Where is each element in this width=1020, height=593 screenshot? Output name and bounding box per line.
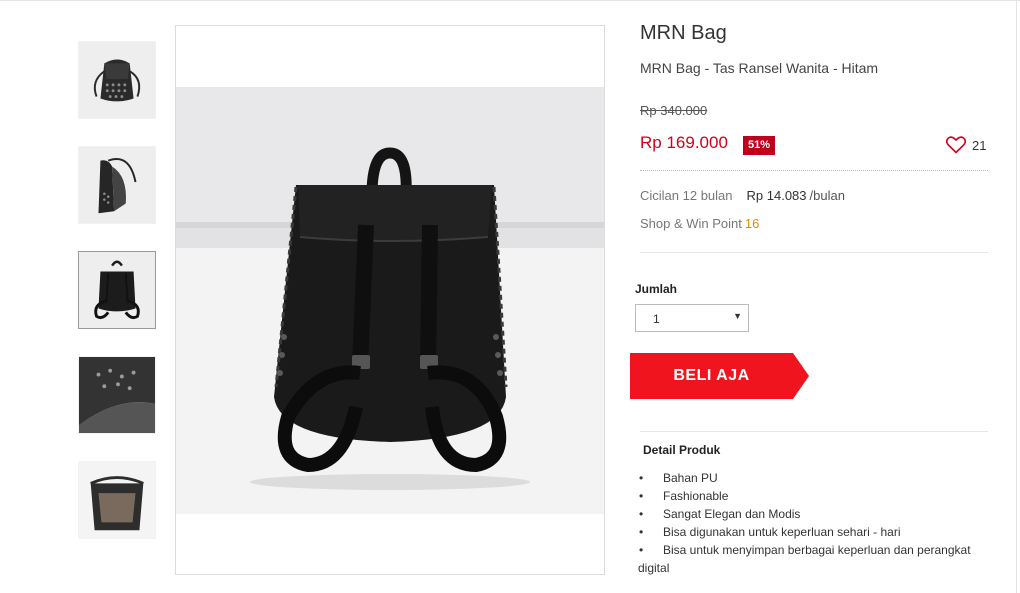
top-border [0,0,1020,1]
detail-item: Bisa untuk menyimpan berbagai keperluan … [638,541,990,577]
installment-unit: /bulan [809,188,845,203]
thumbnail-2[interactable] [78,146,156,224]
detail-item: Sangat Elegan dan Modis [638,505,990,523]
details-divider [640,431,988,432]
heart-icon [946,136,966,154]
thumbnail-image-detail [79,357,155,433]
quantity-select[interactable]: 1 ▼ [635,304,749,332]
buy-button-label: BELI AJA [673,367,750,384]
sale-price: Rp 169.000 [640,133,728,152]
product-title: MRN Bag - Tas Ransel Wanita - Hitam [640,60,879,76]
thumbnail-3[interactable] [78,251,156,329]
installment-amount: Rp 14.083 [746,188,807,203]
points-label: Shop & Win Point [640,216,742,231]
quantity-label: Jumlah [635,282,678,296]
original-price: Rp 340.000 [640,103,708,118]
thumbnail-1[interactable] [78,41,156,119]
backpack-photo [176,87,604,514]
installment-info: Cicilan 12 bulan Rp 14.083/bulan [640,188,845,203]
chevron-down-icon: ▼ [733,311,742,321]
thumbnail-image-side [79,147,155,223]
brand-name: MRN Bag [640,22,727,44]
main-product-image [175,25,605,575]
detail-item: Bahan PU [638,469,990,487]
thumbnail-image-back [79,252,155,328]
price-divider [640,170,988,171]
points-info: Shop & Win Point 16 [640,216,759,231]
thumbnail-image-front [79,42,155,118]
right-border [1016,0,1017,593]
thumbnail-4[interactable] [78,356,156,434]
installment-label: Cicilan 12 bulan [640,188,733,203]
section-divider [640,252,988,253]
detail-item: Fashionable [638,487,990,505]
quantity-value: 1 [653,312,660,326]
detail-item: Bisa digunakan untuk keperluan sehari - … [638,523,990,541]
points-value: 16 [744,216,760,231]
thumbnail-image-inside [79,462,155,538]
discount-badge: 51% [743,136,776,155]
details-title: Detail Produk [643,443,721,457]
thumbnail-5[interactable] [78,461,156,539]
buy-button[interactable]: BELI AJA [630,353,810,399]
details-list: Bahan PU Fashionable Sangat Elegan dan M… [638,469,990,577]
wishlist-button[interactable]: 21 [946,136,986,154]
wishlist-count: 21 [972,137,987,153]
